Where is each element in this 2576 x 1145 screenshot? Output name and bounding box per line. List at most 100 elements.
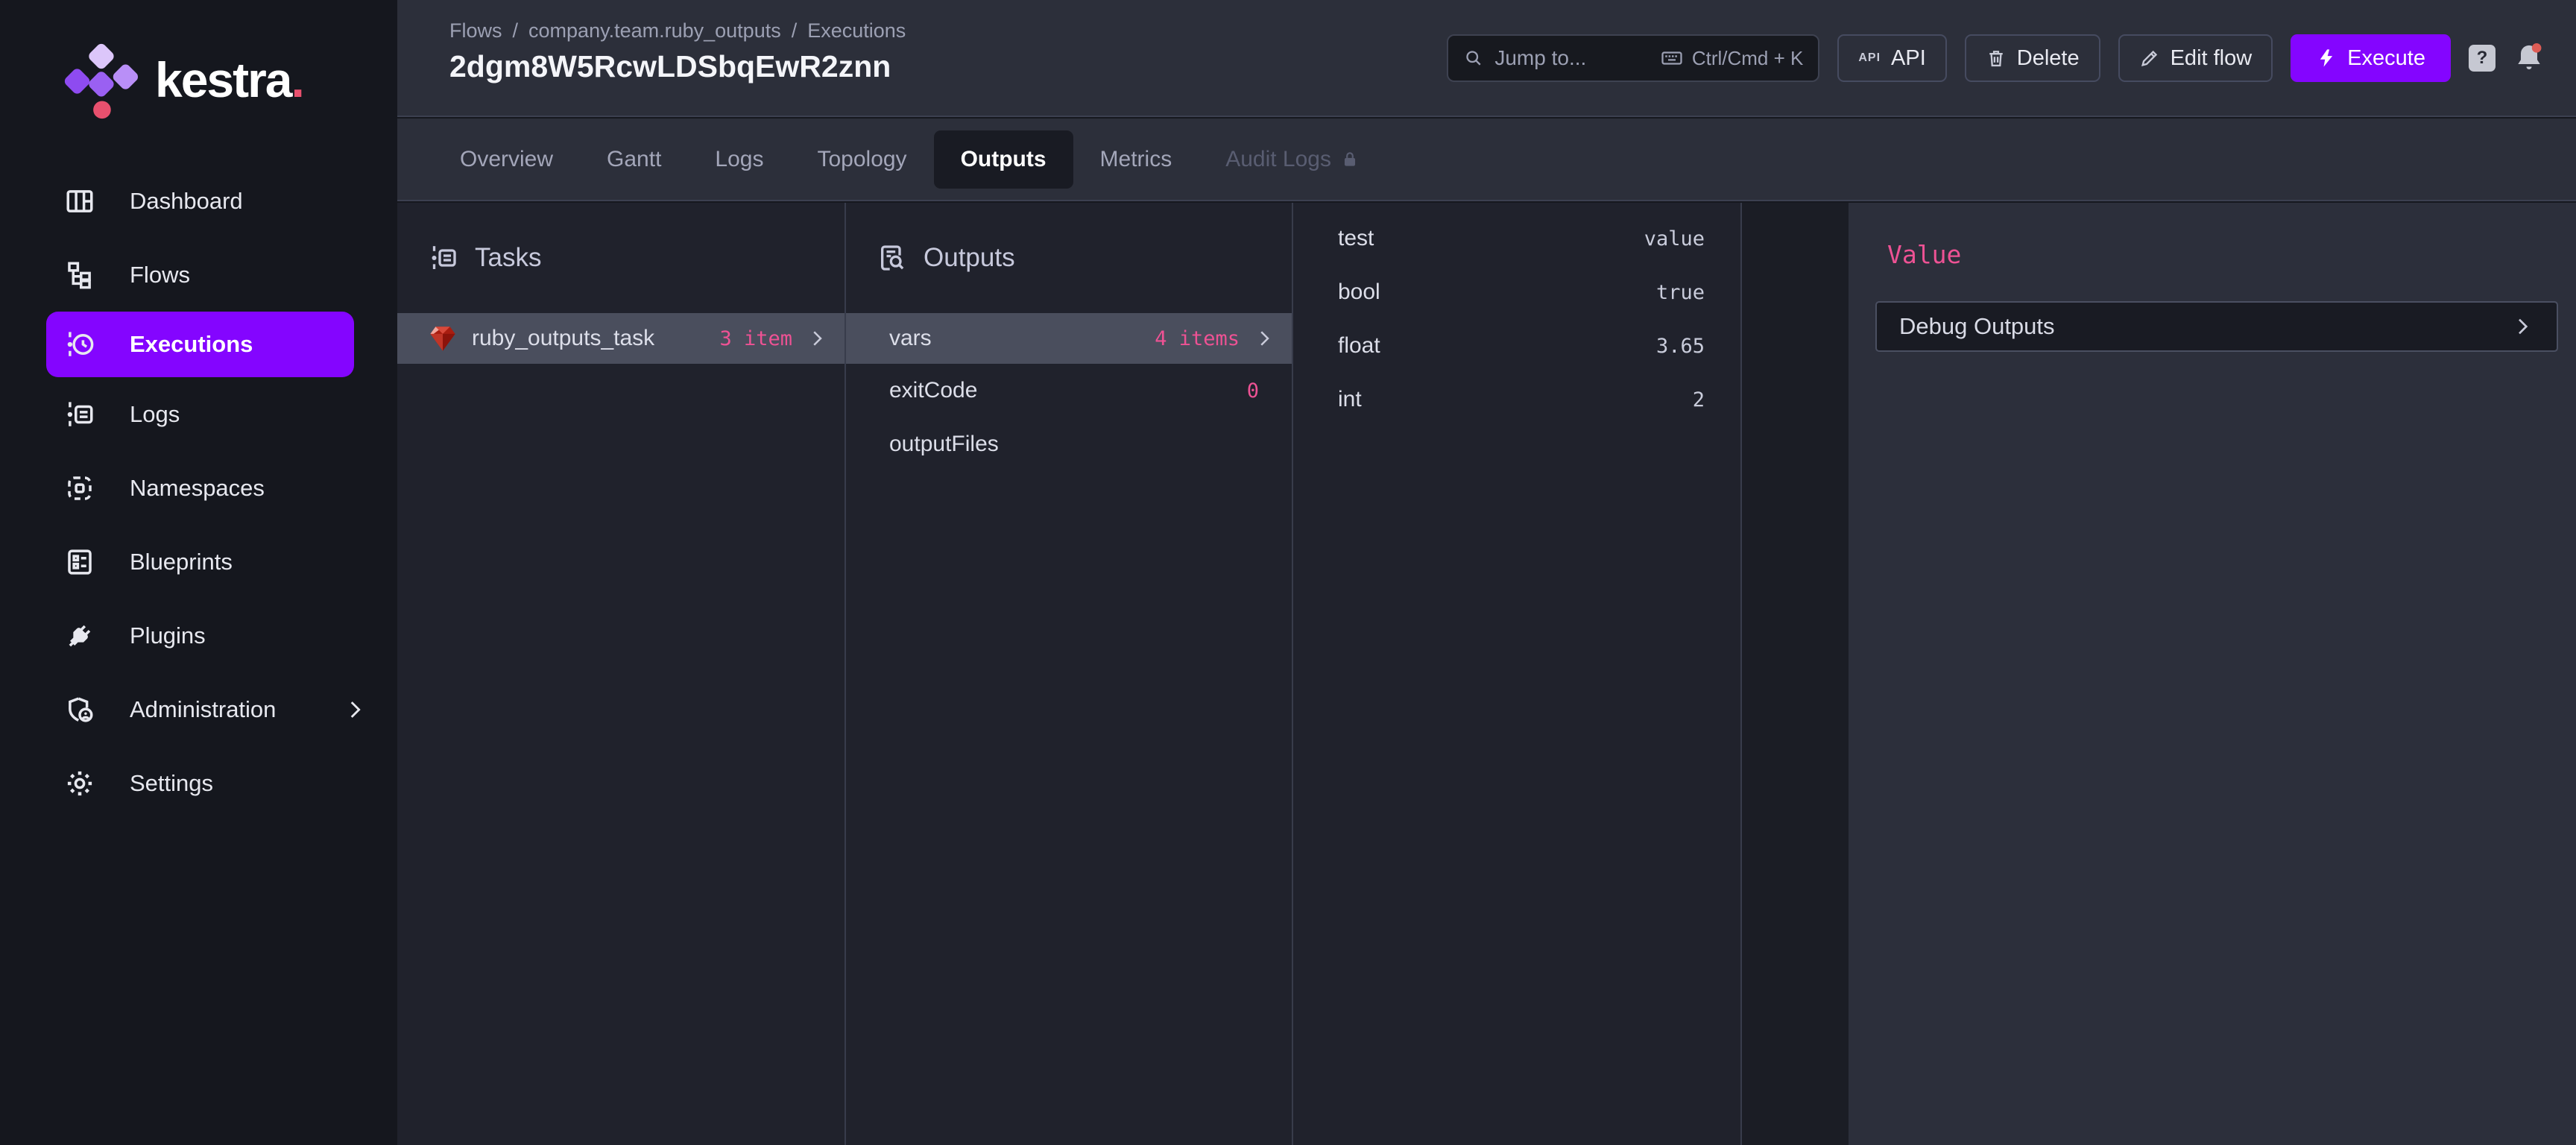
breadcrumb: Flows / company.team.ruby_outputs / Exec… xyxy=(449,19,906,42)
tab-topology[interactable]: Topology xyxy=(790,130,933,189)
dashboard-icon xyxy=(64,186,95,217)
detail-row-int[interactable]: int 2 xyxy=(1293,373,1740,426)
blueprints-icon xyxy=(64,546,95,578)
notifications-button[interactable] xyxy=(2513,41,2545,75)
delete-button-label: Delete xyxy=(2017,46,2080,71)
output-row-vars[interactable]: vars 4 items xyxy=(846,313,1292,364)
outputs-panel-header: Outputs xyxy=(846,203,1292,313)
debug-outputs-expander[interactable]: Debug Outputs xyxy=(1875,301,2558,352)
header-actions: Ctrl/Cmd + K API API Delete Edit flow xyxy=(1447,34,2545,82)
execution-tabs: Overview Gantt Logs Topology Outputs Met… xyxy=(397,119,2576,201)
kestra-logo[interactable]: kestra. xyxy=(55,36,303,124)
sidebar-item-label: Plugins xyxy=(130,622,206,649)
logs-icon xyxy=(64,399,95,430)
api-icon: API xyxy=(1858,51,1881,65)
detail-key: float xyxy=(1338,333,1380,359)
task-name: ruby_outputs_task xyxy=(472,326,654,351)
delete-button[interactable]: Delete xyxy=(1965,34,2100,82)
detail-row-float[interactable]: float 3.65 xyxy=(1293,319,1740,373)
output-key: outputFiles xyxy=(889,432,999,457)
detail-row-bool[interactable]: bool true xyxy=(1293,265,1740,319)
edit-flow-button-label: Edit flow xyxy=(2171,46,2253,71)
detail-value: true xyxy=(1656,281,1705,304)
kestra-app: kestra. Dashboard Flows Executio xyxy=(0,0,2576,1145)
api-button[interactable]: API API xyxy=(1837,34,1946,82)
plugins-icon xyxy=(64,620,95,652)
sidebar-item-settings[interactable]: Settings xyxy=(0,746,397,820)
keyboard-icon xyxy=(1661,47,1683,69)
shortcut-label: Ctrl/Cmd + K xyxy=(1692,47,1804,70)
jump-to-input[interactable] xyxy=(1494,46,1636,70)
tasks-icon xyxy=(429,243,458,273)
breadcrumb-separator: / xyxy=(513,19,519,42)
output-key: vars xyxy=(889,326,932,351)
sidebar-item-logs[interactable]: Logs xyxy=(0,377,397,451)
value-panel-title: Value xyxy=(1887,240,1961,269)
outputs-panel-title: Outputs xyxy=(924,243,1015,273)
help-icon: ? xyxy=(2477,48,2488,69)
sidebar-item-label: Executions xyxy=(130,331,253,358)
sidebar-item-blueprints[interactable]: Blueprints xyxy=(0,525,397,599)
sidebar-menu: Dashboard Flows Executions xyxy=(0,164,397,820)
sidebar-item-label: Flows xyxy=(130,262,190,288)
chevron-right-icon xyxy=(1253,327,1275,350)
detail-key: int xyxy=(1338,387,1362,412)
execute-button[interactable]: Execute xyxy=(2291,34,2451,82)
debug-outputs-label: Debug Outputs xyxy=(1899,313,2055,340)
sidebar-item-label: Administration xyxy=(130,696,276,723)
sidebar-item-plugins[interactable]: Plugins xyxy=(0,599,397,672)
sidebar-item-flows[interactable]: Flows xyxy=(0,238,397,312)
search-icon xyxy=(1463,48,1484,69)
chevron-right-icon xyxy=(806,327,828,350)
tasks-panel-header: Tasks xyxy=(397,203,845,313)
lightning-icon xyxy=(2316,48,2337,69)
kestra-logo-icon xyxy=(55,36,143,124)
vars-detail-list: test value bool true float 3.65 int 2 xyxy=(1293,203,1740,426)
notification-dot xyxy=(2532,43,2542,53)
tab-outputs[interactable]: Outputs xyxy=(934,130,1073,189)
tab-metrics[interactable]: Metrics xyxy=(1073,130,1199,189)
output-row-outputfiles[interactable]: outputFiles xyxy=(846,417,1292,471)
settings-icon xyxy=(64,768,95,799)
breadcrumb-flows[interactable]: Flows xyxy=(449,19,502,42)
tab-logs[interactable]: Logs xyxy=(688,130,790,189)
edit-flow-button[interactable]: Edit flow xyxy=(2118,34,2273,82)
detail-key: test xyxy=(1338,226,1374,251)
sidebar-item-administration[interactable]: Administration xyxy=(0,672,397,746)
task-items-count: 3 item xyxy=(719,327,792,350)
sidebar-item-label: Namespaces xyxy=(130,475,265,502)
breadcrumb-namespace[interactable]: company.team.ruby_outputs xyxy=(528,19,781,42)
next-level-column xyxy=(1742,203,1849,1145)
sidebar-item-executions[interactable]: Executions xyxy=(46,312,354,377)
vars-detail-panel: test value bool true float 3.65 int 2 xyxy=(1293,203,1742,1145)
sidebar-item-label: Logs xyxy=(130,401,180,428)
execution-id-title: 2dgm8W5RcwLDSbqEwR2znn xyxy=(449,49,891,84)
administration-icon xyxy=(64,694,95,725)
sidebar-item-dashboard[interactable]: Dashboard xyxy=(0,164,397,238)
jump-to-search[interactable]: Ctrl/Cmd + K xyxy=(1447,34,1819,82)
task-row-ruby-outputs-task[interactable]: ruby_outputs_task 3 item xyxy=(397,313,845,364)
executions-icon xyxy=(64,329,95,360)
sidebar-item-namespaces[interactable]: Namespaces xyxy=(0,451,397,525)
sidebar-item-label: Dashboard xyxy=(130,188,243,215)
detail-value: 2 xyxy=(1693,388,1705,411)
file-search-icon xyxy=(877,243,907,273)
tab-overview[interactable]: Overview xyxy=(433,130,580,189)
output-row-exitcode[interactable]: exitCode 0 xyxy=(846,364,1292,417)
breadcrumb-executions[interactable]: Executions xyxy=(807,19,906,42)
namespaces-icon xyxy=(64,473,95,504)
top-header: Flows / company.team.ruby_outputs / Exec… xyxy=(397,0,2576,117)
help-button[interactable]: ? xyxy=(2469,45,2496,72)
breadcrumb-separator: / xyxy=(792,19,798,42)
detail-row-test[interactable]: test value xyxy=(1293,212,1740,265)
tab-audit-logs-label: Audit Logs xyxy=(1225,147,1331,172)
tab-gantt[interactable]: Gantt xyxy=(580,130,688,189)
outputs-panel: Outputs vars 4 items exitCode 0 outputFi… xyxy=(846,203,1293,1145)
ruby-task-icon xyxy=(427,323,458,354)
lock-icon xyxy=(1340,150,1360,169)
sidebar-item-label: Settings xyxy=(130,770,213,797)
tab-audit-logs: Audit Logs xyxy=(1199,130,1386,189)
output-items-count: 4 items xyxy=(1155,327,1240,350)
output-value: 0 xyxy=(1247,379,1275,403)
detail-value: 3.65 xyxy=(1656,335,1705,358)
